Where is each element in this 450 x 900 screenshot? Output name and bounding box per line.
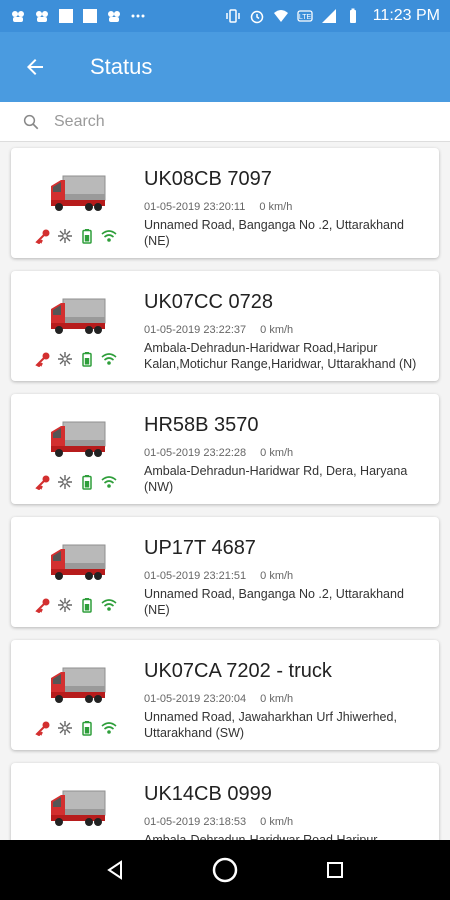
signal-icon: [321, 9, 336, 23]
vehicle-speed: 0 km/h: [260, 570, 294, 582]
status-icons: [35, 351, 117, 367]
vehicle-speed: 0 km/h: [259, 201, 293, 213]
recents-square-icon: [327, 862, 343, 878]
last-update-time: 01-05-2019 23:20:04: [144, 693, 247, 705]
page-title: Status: [90, 54, 153, 79]
truck-icon: [51, 298, 106, 334]
vehicle-plate: HR58B 3570: [144, 414, 259, 436]
vehicle-address: Ambala-Dehradun-Haridwar Road,Haripur: [144, 833, 378, 840]
last-update-time: 01-05-2019 23:22:37: [144, 324, 247, 336]
vehicle-address: Ambala-Dehradun-Haridwar Rd, Dera, Harya…: [144, 464, 408, 494]
app-bar: Status: [0, 32, 450, 102]
notification-icons: [10, 8, 146, 24]
ignition-key-icon: [35, 229, 50, 244]
ignition-key-icon: [35, 475, 50, 490]
search-icon: [23, 114, 39, 129]
last-update-time: 01-05-2019 23:21:51: [144, 570, 247, 582]
status-icons: [35, 228, 117, 244]
vehicle-speed: 0 km/h: [260, 816, 294, 828]
gps-signal-icon: [101, 476, 117, 488]
vehicle-address: Unnamed Road, Banganga No .2, Uttarakhan…: [144, 587, 404, 617]
app-notification-icon: [12, 11, 24, 22]
ignition-key-icon: [35, 721, 50, 736]
gps-signal-icon: [101, 599, 117, 611]
vehicle-card[interactable]: HR58B 3570 01-05-2019 23:22:28 0 km/h Amb…: [11, 394, 439, 504]
status-icons: [35, 597, 117, 613]
vehicle-card[interactable]: UK08CB 7097 01-05-2019 23:20:11 0 km/h Un…: [11, 148, 439, 258]
vehicle-meta: 01-05-2019 23:22:37 0 km/h: [144, 324, 293, 336]
vehicle-meta: 01-05-2019 23:20:04 0 km/h: [144, 693, 293, 705]
battery-status-icon: [82, 229, 92, 244]
ac-snowflake-icon: [58, 475, 72, 489]
volte-icon: LTE: [297, 10, 313, 22]
truck-icon: [51, 421, 106, 457]
gps-signal-icon: [101, 230, 117, 242]
ignition-key-icon: [35, 352, 50, 367]
vehicle-plate: UK14CB 0999: [144, 783, 272, 805]
ac-snowflake-icon: [58, 598, 72, 612]
back-triangle-icon: [107, 860, 122, 880]
vehicle-plate: UK07CC 0728: [144, 291, 273, 313]
vehicle-meta: 01-05-2019 23:20:11 0 km/h: [144, 201, 292, 213]
system-icons: LTE 11:23 PM: [225, 7, 440, 25]
more-dots-icon: [131, 14, 145, 18]
last-update-time: 01-05-2019 23:20:11: [144, 201, 246, 213]
wifi-icon: [273, 10, 288, 22]
app-notification-icon: [108, 11, 120, 22]
status-bar: LTE 11:23 PM: [0, 0, 450, 32]
ignition-key-icon: [35, 598, 50, 613]
system-nav-bar: [0, 840, 450, 900]
square-notification-icon: [83, 9, 97, 23]
status-icons: [35, 474, 117, 490]
status-icons: [35, 720, 117, 736]
battery-status-icon: [82, 721, 92, 736]
battery-status-icon: [82, 475, 92, 490]
ac-snowflake-icon: [58, 229, 72, 243]
truck-icon: [51, 175, 106, 211]
clock-time: 11:23 PM: [372, 7, 440, 24]
home-circle-icon: [212, 857, 238, 883]
ac-snowflake-icon: [58, 352, 72, 366]
app-notification-icon: [36, 11, 48, 22]
vehicle-meta: 01-05-2019 23:18:53 0 km/h: [144, 816, 293, 828]
vehicle-address: Unnamed Road, Banganga No .2, Uttarakhan…: [144, 218, 404, 248]
last-update-time: 01-05-2019 23:18:53: [144, 816, 247, 828]
vehicle-plate: UK08CB 7097: [144, 168, 272, 190]
square-notification-icon: [59, 9, 73, 23]
vehicle-card[interactable]: UK07CC 0728 01-05-2019 23:22:37 0 km/h Am…: [11, 271, 439, 381]
last-update-time: 01-05-2019 23:22:28: [144, 447, 247, 459]
vehicle-card[interactable]: UK14CB 0999 01-05-2019 23:18:53 0 km/h Am…: [11, 763, 439, 840]
vehicle-address: Ambala-Dehradun-Haridwar Road,Haripur Ka…: [144, 341, 417, 371]
gps-signal-icon: [101, 722, 117, 734]
arrow-left-icon: [27, 59, 43, 75]
truck-icon: [51, 544, 106, 580]
nav-recents-button[interactable]: [315, 850, 355, 890]
vehicle-plate: UP17T 4687: [144, 537, 256, 559]
back-button[interactable]: [0, 32, 70, 102]
search-input[interactable]: [54, 112, 414, 131]
vehicle-card[interactable]: UP17T 4687 01-05-2019 23:21:51 0 km/h Unn…: [11, 517, 439, 627]
battery-icon: [349, 8, 356, 23]
svg-text:LTE: LTE: [299, 14, 312, 21]
vehicle-meta: 01-05-2019 23:21:51 0 km/h: [144, 570, 293, 582]
nav-home-button[interactable]: [205, 850, 245, 890]
vehicle-meta: 01-05-2019 23:22:28 0 km/h: [144, 447, 293, 459]
vehicle-list: UK08CB 7097 01-05-2019 23:20:11 0 km/h Un…: [0, 142, 450, 840]
vehicle-speed: 0 km/h: [260, 324, 294, 336]
alarm-icon: [250, 10, 263, 24]
battery-status-icon: [82, 598, 92, 613]
vehicle-plate: UK07CA 7202 - truck: [144, 660, 332, 682]
nav-back-button[interactable]: [95, 850, 135, 890]
vehicle-speed: 0 km/h: [260, 447, 294, 459]
vehicle-card[interactable]: UK07CA 7202 - truck 01-05-2019 23:20:04 0…: [11, 640, 439, 750]
vehicle-address: Unnamed Road, Jawaharkhan Urf Jhiwerhed,…: [144, 710, 397, 740]
truck-icon: [51, 667, 106, 703]
search-bar: [0, 102, 450, 142]
battery-status-icon: [82, 352, 92, 367]
vehicle-speed: 0 km/h: [260, 693, 294, 705]
ac-snowflake-icon: [58, 721, 72, 735]
gps-signal-icon: [101, 353, 117, 365]
truck-icon: [51, 790, 106, 826]
vibrate-icon: [225, 9, 240, 23]
